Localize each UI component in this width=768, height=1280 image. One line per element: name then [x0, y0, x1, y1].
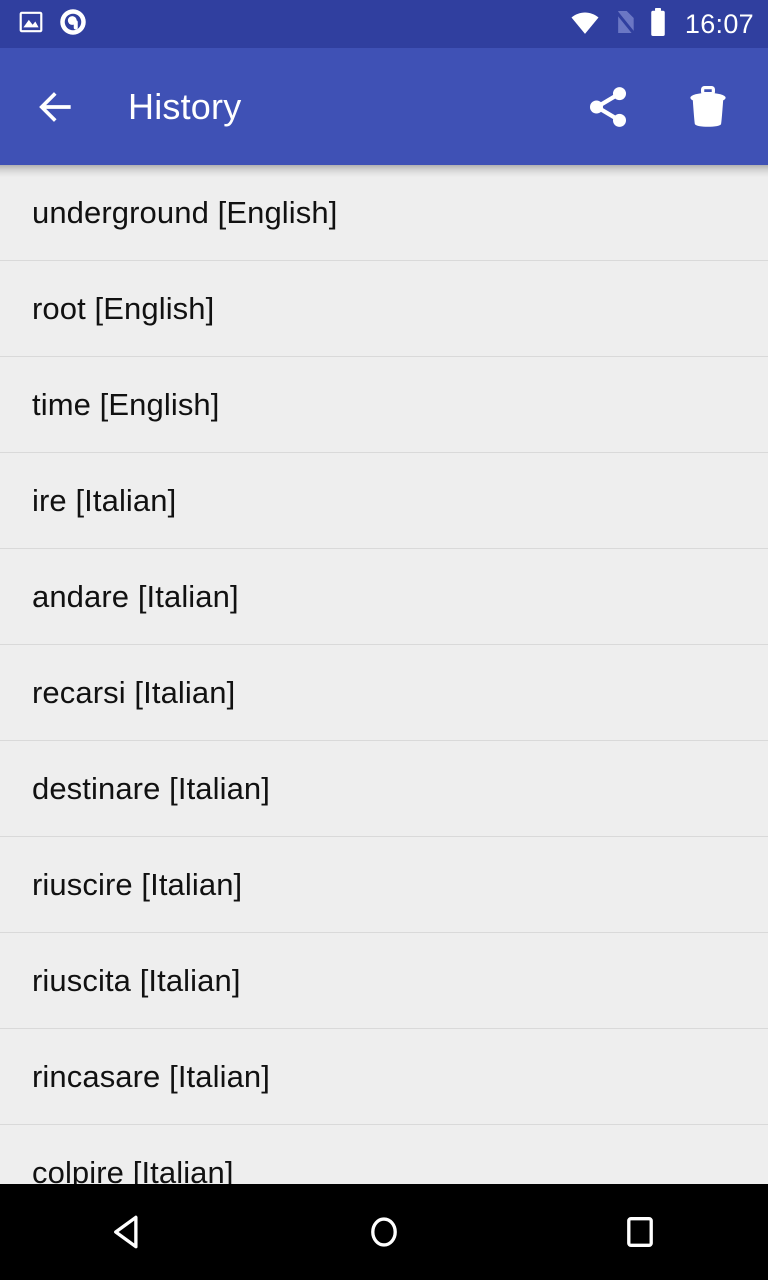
list-item[interactable]: riuscire [Italian]: [0, 837, 768, 933]
list-item[interactable]: recarsi [Italian]: [0, 645, 768, 741]
nav-home-button[interactable]: [329, 1184, 439, 1280]
status-bar-notifications: [18, 7, 88, 42]
navigation-bar: [0, 1184, 768, 1280]
share-button[interactable]: [580, 79, 636, 135]
list-item-label: riuscire [Italian]: [32, 866, 243, 902]
list-item-label: underground [English]: [32, 194, 338, 230]
list-item-label: root [English]: [32, 290, 215, 326]
list-item-label: recarsi [Italian]: [32, 674, 236, 710]
image-notification-icon: [18, 9, 44, 40]
app-notification-icon: [58, 7, 88, 42]
list-item-label: destinare [Italian]: [32, 770, 270, 806]
no-sim-icon: [611, 8, 637, 41]
list-item[interactable]: colpire [Italian]: [0, 1125, 768, 1184]
nav-recents-button[interactable]: [585, 1184, 695, 1280]
delete-button[interactable]: [680, 79, 736, 135]
arrow-back-icon: [39, 91, 71, 122]
list-item[interactable]: destinare [Italian]: [0, 741, 768, 837]
list-item-label: ire [Italian]: [32, 482, 177, 518]
status-bar: 16:07: [0, 0, 768, 48]
square-recents-icon: [627, 1217, 653, 1247]
list-item-label: time [English]: [32, 386, 220, 422]
list-item-label: rincasare [Italian]: [32, 1058, 270, 1094]
list-item[interactable]: root [English]: [0, 261, 768, 357]
status-bar-clock: 16:07: [684, 9, 754, 39]
list-item[interactable]: andare [Italian]: [0, 549, 768, 645]
app-bar-actions: [580, 79, 752, 135]
page-title: History: [128, 85, 242, 127]
app-bar: History: [0, 48, 768, 165]
battery-icon: [648, 7, 668, 42]
list-item[interactable]: ire [Italian]: [0, 453, 768, 549]
list-item[interactable]: time [English]: [0, 357, 768, 453]
list-item-label: riuscita [Italian]: [32, 962, 241, 998]
list-item[interactable]: rincasare [Italian]: [0, 1029, 768, 1125]
share-icon: [589, 86, 627, 127]
list-item[interactable]: underground [English]: [0, 165, 768, 261]
trash-icon: [690, 85, 726, 127]
wifi-icon: [570, 7, 600, 42]
phone-screen: 16:07 History underground [English] root…: [0, 0, 768, 1280]
status-bar-system-icons: 16:07: [570, 0, 754, 48]
back-button[interactable]: [30, 81, 82, 133]
nav-back-button[interactable]: [73, 1184, 183, 1280]
list-item[interactable]: riuscita [Italian]: [0, 933, 768, 1029]
history-list[interactable]: underground [English] root [English] tim…: [0, 165, 768, 1184]
triangle-back-icon: [114, 1215, 138, 1249]
circle-home-icon: [371, 1217, 397, 1247]
list-item-label: andare [Italian]: [32, 578, 239, 614]
list-item-label: colpire [Italian]: [32, 1154, 234, 1185]
